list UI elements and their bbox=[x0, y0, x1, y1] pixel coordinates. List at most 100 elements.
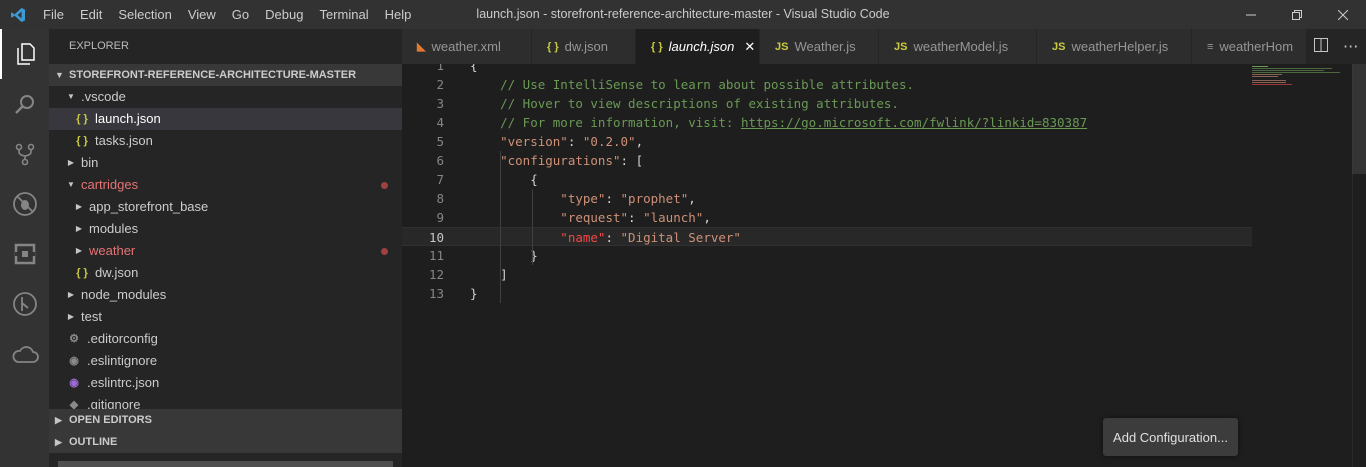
close-window-button[interactable] bbox=[1320, 0, 1366, 29]
chevron-right-icon: ▶ bbox=[67, 158, 75, 167]
code-line[interactable]: 12 ] bbox=[402, 265, 1252, 284]
explorer-icon[interactable] bbox=[0, 29, 49, 79]
extensions-icon[interactable] bbox=[0, 229, 49, 279]
cloud-icon[interactable] bbox=[0, 329, 49, 379]
tree-file[interactable]: ◉ .eslintignore bbox=[49, 350, 402, 372]
code-text: // For more information, visit: https://… bbox=[470, 113, 1087, 132]
open-editors-header[interactable]: ▶ OPEN EDITORS bbox=[49, 409, 402, 431]
split-editor-icon[interactable] bbox=[1313, 37, 1328, 56]
tree-item-label: .eslintrc.json bbox=[87, 375, 160, 390]
tree-item-label: node_modules bbox=[81, 287, 167, 302]
code-link[interactable]: https://go.microsoft.com/fwlink/?linkid=… bbox=[741, 115, 1087, 130]
tab-weathermodel-js[interactable]: JS weatherModel.js bbox=[879, 29, 1037, 64]
tab-launch-json[interactable]: { } launch.json ✕ bbox=[636, 29, 760, 64]
tab-weather-js[interactable]: JS Weather.js bbox=[760, 29, 879, 64]
code-line[interactable]: 1{ bbox=[402, 64, 1252, 75]
tab-dw-json[interactable]: { } dw.json bbox=[532, 29, 636, 64]
tree-folder[interactable]: ▶ weather bbox=[49, 240, 402, 262]
tree-folder[interactable]: ▶ test bbox=[49, 306, 402, 328]
tree-item-label: dw.json bbox=[95, 265, 139, 280]
code-token: { bbox=[470, 172, 538, 187]
indent-guide bbox=[532, 189, 533, 265]
code-text: "name": "Digital Server" bbox=[470, 228, 741, 247]
menu-terminal[interactable]: Terminal bbox=[311, 0, 376, 29]
workspace-root-header[interactable]: ▼ STOREFRONT-REFERENCE-ARCHITECTURE-MAST… bbox=[49, 64, 402, 86]
code-line[interactable]: 2 // Use IntelliSense to learn about pos… bbox=[402, 75, 1252, 94]
code-token: : bbox=[605, 230, 621, 245]
chevron-right-icon: ▶ bbox=[75, 246, 83, 255]
tree-file[interactable]: ◆ .gitignore bbox=[49, 394, 402, 409]
tree-file[interactable]: ⚙ .editorconfig bbox=[49, 328, 402, 350]
code-editor[interactable]: 1{2 // Use IntelliSense to learn about p… bbox=[402, 64, 1366, 467]
code-line[interactable]: 9 "request": "launch", bbox=[402, 208, 1252, 227]
tree-item-label: app_storefront_base bbox=[89, 199, 209, 214]
code-line[interactable]: 13} bbox=[402, 284, 1252, 303]
minimize-button[interactable] bbox=[1228, 0, 1274, 29]
menu-debug[interactable]: Debug bbox=[257, 0, 311, 29]
code-token: } bbox=[470, 248, 538, 263]
line-number: 11 bbox=[428, 248, 444, 263]
tree-item-label: .gitignore bbox=[87, 397, 141, 409]
tree-folder[interactable]: ▼ cartridges bbox=[49, 174, 402, 196]
tab-weatherhom[interactable]: ≡ weatherHom bbox=[1192, 29, 1312, 64]
code-line[interactable]: 7 { bbox=[402, 170, 1252, 189]
tree-folder[interactable]: ▼ .vscode bbox=[49, 86, 402, 108]
code-line[interactable]: 4 // For more information, visit: https:… bbox=[402, 113, 1252, 132]
source-control-icon[interactable] bbox=[0, 129, 49, 179]
gear-icon: ⚙ bbox=[69, 333, 79, 345]
tree-item-label: weather bbox=[89, 243, 136, 258]
code-text: ] bbox=[470, 265, 508, 284]
tab-label: weatherHelper.js bbox=[1071, 39, 1169, 54]
vertical-scrollbar[interactable] bbox=[1352, 64, 1366, 467]
menu-help[interactable]: Help bbox=[377, 0, 420, 29]
file-tree: ▼ .vscode { } launch.json { } tasks.json ▶ bin ▼… bbox=[49, 86, 402, 409]
menu-go[interactable]: Go bbox=[224, 0, 257, 29]
scrollbar-thumb[interactable] bbox=[1352, 64, 1366, 174]
code-token: // Use IntelliSense to learn about possi… bbox=[470, 77, 915, 92]
code-line[interactable]: 11 } bbox=[402, 246, 1252, 265]
line-number: 8 bbox=[436, 191, 444, 206]
tree-folder[interactable]: ▶ modules bbox=[49, 218, 402, 240]
add-configuration-button[interactable]: Add Configuration... bbox=[1103, 418, 1238, 456]
horizontal-scrollbar[interactable] bbox=[58, 461, 393, 467]
close-icon[interactable]: ✕ bbox=[744, 39, 755, 55]
tree-folder[interactable]: ▶ node_modules bbox=[49, 284, 402, 306]
js-file-icon: JS bbox=[894, 40, 908, 53]
code-line[interactable]: 5 "version": "0.2.0", bbox=[402, 132, 1252, 151]
restore-button[interactable] bbox=[1274, 0, 1320, 29]
minimap[interactable] bbox=[1250, 64, 1350, 94]
menu-edit[interactable]: Edit bbox=[72, 0, 110, 29]
tree-file[interactable]: { } dw.json bbox=[49, 262, 402, 284]
outline-header[interactable]: ▶ OUTLINE bbox=[49, 431, 402, 453]
git-lens-icon[interactable] bbox=[0, 279, 49, 329]
code-line[interactable]: 3 // Hover to view descriptions of exist… bbox=[402, 94, 1252, 113]
code-line[interactable]: 6 "configurations": [ bbox=[402, 151, 1252, 170]
more-actions-icon[interactable]: ··· bbox=[1343, 37, 1358, 56]
tree-folder[interactable]: ▶ app_storefront_base bbox=[49, 196, 402, 218]
debug-icon[interactable] bbox=[0, 179, 49, 229]
editor-tab-bar: ◣ weather.xml { } dw.json { } launch.json ✕ JS W… bbox=[402, 29, 1366, 64]
tree-file[interactable]: ◉ .eslintrc.json bbox=[49, 372, 402, 394]
search-icon[interactable] bbox=[0, 79, 49, 129]
line-number: 5 bbox=[436, 134, 444, 149]
menu-view[interactable]: View bbox=[180, 0, 224, 29]
tab-label: weather.xml bbox=[431, 39, 501, 54]
code-text: "request": "launch", bbox=[470, 208, 711, 227]
code-token: "prophet" bbox=[620, 191, 689, 206]
tree-file[interactable]: { } tasks.json bbox=[49, 130, 402, 152]
code-text: // Use IntelliSense to learn about possi… bbox=[470, 75, 914, 94]
code-line[interactable]: 8 "type": "prophet", bbox=[402, 189, 1252, 208]
tab-weather-xml[interactable]: ◣ weather.xml bbox=[402, 29, 532, 64]
tree-folder[interactable]: ▶ bin bbox=[49, 152, 402, 174]
code-text: } bbox=[470, 246, 538, 265]
tree-file[interactable]: { } launch.json bbox=[49, 108, 402, 130]
code-line[interactable]: 10 "name": "Digital Server" bbox=[402, 227, 1252, 246]
menu-file[interactable]: File bbox=[35, 0, 72, 29]
menu-selection[interactable]: Selection bbox=[110, 0, 179, 29]
vscode-logo-icon bbox=[0, 0, 35, 29]
code-token: : bbox=[567, 134, 583, 149]
chevron-down-icon: ▼ bbox=[67, 92, 75, 101]
tree-item-label: .eslintignore bbox=[87, 353, 158, 368]
tab-weatherhelper-js[interactable]: JS weatherHelper.js bbox=[1037, 29, 1192, 64]
tab-label: Weather.js bbox=[794, 39, 856, 54]
